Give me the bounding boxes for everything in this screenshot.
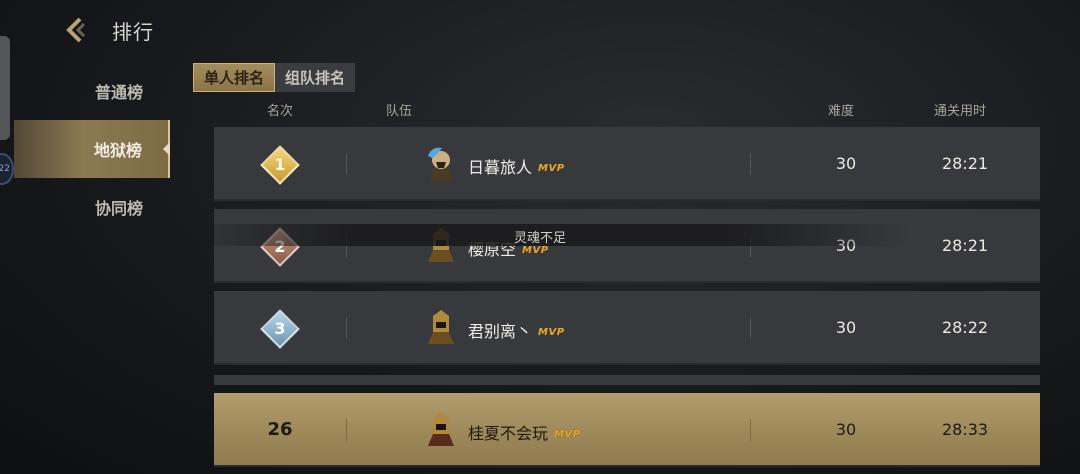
list-item [214, 375, 1040, 385]
active-indicator-icon [163, 142, 170, 156]
player-name: 君别离丶 MVP [468, 322, 565, 341]
toast-text: 灵魂不足 [514, 231, 567, 246]
rank-badge: 3 [260, 309, 300, 349]
column-header-time: 通关用时 [934, 104, 987, 119]
mvp-badge: MVP [538, 163, 565, 174]
column-header-team: 队伍 [386, 104, 413, 119]
rank-number: 26 [267, 419, 293, 440]
sidebar-item-label: 协同榜 [94, 199, 143, 218]
column-header-difficulty: 难度 [828, 104, 855, 119]
sidebar-item-normal[interactable]: 普通榜 [14, 62, 170, 120]
clear-time-value: 28:22 [941, 318, 989, 337]
toast-notification: 灵魂不足 [170, 224, 910, 246]
self-rank-row[interactable]: 26 桂夏不会玩 MVP 30 28:33 [214, 393, 1040, 467]
side-drawer-handle[interactable] [0, 36, 10, 140]
difficulty-value: 30 [835, 420, 857, 439]
column-headers: 名次 队伍 难度 通关用时 [214, 100, 1040, 120]
rank-number: 1 [274, 155, 286, 174]
sidebar-item-hell[interactable]: 地狱榜 [14, 120, 170, 178]
player-avatar-icon[interactable] [424, 146, 458, 182]
page-title: 排行 [112, 19, 154, 44]
clear-time-value: 28:21 [941, 236, 989, 255]
mvp-badge: MVP [522, 245, 549, 256]
mvp-badge: MVP [554, 429, 581, 440]
table-row[interactable]: 2 樱原空MVP 30 28:21 [214, 209, 1040, 283]
sidebar-item-label: 地狱榜 [93, 141, 142, 160]
player-avatar-icon[interactable] [424, 310, 458, 346]
column-header-rank: 名次 [267, 104, 294, 119]
player-name: 日暮旅人 MVP [468, 158, 565, 177]
sidebar-item-label: 普通榜 [94, 83, 143, 102]
floating-bubble-text: 22 [0, 164, 10, 174]
ranking-tabs: 单人排名 组队排名 [193, 63, 356, 92]
floating-bubble[interactable]: 22 [0, 153, 14, 185]
clear-time-value: 28:21 [941, 154, 989, 173]
table-row[interactable]: 3 君别离丶 MVP 30 28:22 [214, 291, 1040, 365]
player-name: 桂夏不会玩 MVP [468, 424, 581, 443]
mvp-badge: MVP [538, 327, 565, 338]
tab-team[interactable]: 组队排名 [275, 63, 356, 92]
clear-time-value: 28:33 [941, 420, 989, 439]
back-arrow-icon[interactable] [62, 16, 90, 44]
difficulty-value: 30 [835, 154, 857, 173]
difficulty-value: 30 [835, 318, 857, 337]
rank-number: 3 [274, 319, 286, 338]
header: 排行 [62, 14, 154, 46]
sidebar: 普通榜 地狱榜 协同榜 [14, 62, 170, 236]
tab-solo[interactable]: 单人排名 [193, 63, 276, 92]
sidebar-item-coop[interactable]: 协同榜 [14, 178, 170, 236]
table-row[interactable]: 1 日暮旅人 MVP 30 28:21 [214, 127, 1040, 201]
player-avatar-icon[interactable] [424, 412, 458, 448]
rank-badge: 1 [260, 145, 300, 185]
